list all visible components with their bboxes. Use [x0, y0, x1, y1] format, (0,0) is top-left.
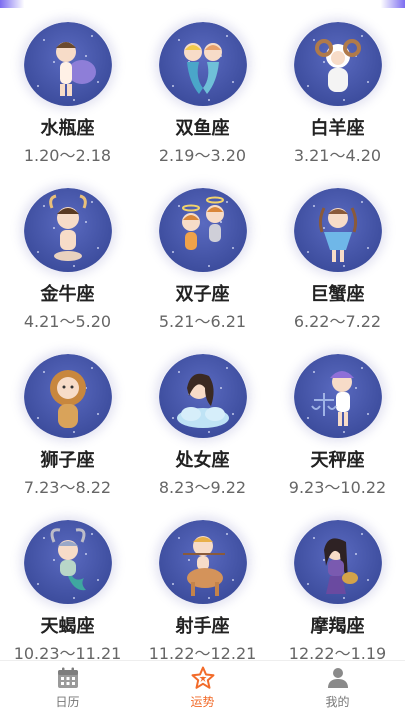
- tab-label: 我的: [325, 695, 350, 709]
- zodiac-item-libra[interactable]: 天秤座 9.23～10.22: [270, 332, 405, 498]
- zodiac-item-aquarius[interactable]: 水瓶座 1.20～2.18: [0, 0, 135, 166]
- tab-label: 运势: [190, 695, 215, 709]
- gemini-illustration: [158, 188, 247, 272]
- zodiac-date-range: 10.23～11.21: [13, 644, 122, 660]
- star-fortune-icon: [191, 666, 214, 689]
- zodiac-name: 金牛座: [40, 284, 95, 305]
- zodiac-name: 天秤座: [310, 450, 365, 471]
- pisces-illustration: [158, 22, 247, 106]
- tab-fortune[interactable]: 运势: [135, 661, 270, 721]
- zodiac-item-taurus[interactable]: 金牛座 4.21～5.20: [0, 166, 135, 332]
- zodiac-item-pisces[interactable]: 双鱼座 2.19～3.20: [135, 0, 270, 166]
- zodiac-item-leo[interactable]: 狮子座 7.23～8.22: [0, 332, 135, 498]
- zodiac-grid: 水瓶座 1.20～2.18 双鱼座 2.19～3.20 白羊座 3.21～4.2…: [0, 0, 405, 660]
- tab-label: 日历: [55, 695, 80, 709]
- aries-avatar-icon: [293, 22, 382, 106]
- zodiac-date-range: 6.22～7.22: [293, 312, 382, 331]
- zodiac-item-aries[interactable]: 白羊座 3.21～4.20: [270, 0, 405, 166]
- tab-profile[interactable]: 我的: [270, 661, 405, 721]
- taurus-avatar-icon: [23, 188, 112, 272]
- leo-illustration: [23, 354, 112, 438]
- zodiac-name: 摩羯座: [310, 616, 365, 637]
- cancer-avatar-icon: [293, 188, 382, 272]
- libra-avatar-icon: [293, 354, 382, 438]
- sagittarius-illustration: [158, 520, 247, 604]
- zodiac-name: 白羊座: [310, 118, 365, 139]
- aquarius-avatar-icon: [23, 22, 112, 106]
- zodiac-name: 射手座: [175, 616, 230, 637]
- capricorn-illustration: [293, 520, 382, 604]
- zodiac-date-range: 11.22～12.21: [148, 644, 257, 660]
- zodiac-item-gemini[interactable]: 双子座 5.21～6.21: [135, 166, 270, 332]
- person-icon: [327, 668, 348, 688]
- zodiac-date-range: 3.21～4.20: [293, 146, 382, 165]
- zodiac-date-range: 8.23～9.22: [158, 478, 247, 497]
- scorpio-avatar-icon: [23, 520, 112, 604]
- pisces-avatar-icon: [158, 22, 247, 106]
- zodiac-name: 巨蟹座: [310, 284, 365, 305]
- zodiac-item-cancer[interactable]: 巨蟹座 6.22～7.22: [270, 166, 405, 332]
- libra-illustration: [293, 354, 382, 438]
- calendar-icon: [57, 667, 78, 688]
- zodiac-name: 天蝎座: [40, 616, 95, 637]
- zodiac-date-range: 12.22～1.19: [288, 644, 387, 660]
- aquarius-illustration: [23, 22, 112, 106]
- gemini-avatar-icon: [158, 188, 247, 272]
- zodiac-name: 双鱼座: [175, 118, 230, 139]
- zodiac-name: 双子座: [175, 284, 230, 305]
- leo-avatar-icon: [23, 354, 112, 438]
- zodiac-item-sagittarius[interactable]: 射手座 11.22～12.21: [135, 498, 270, 660]
- virgo-illustration: [158, 354, 247, 438]
- zodiac-date-range: 1.20～2.18: [23, 146, 112, 165]
- scorpio-illustration: [23, 520, 112, 604]
- aries-illustration: [293, 22, 382, 106]
- capricorn-avatar-icon: [293, 520, 382, 604]
- bottom-tab-bar: 日历 运势 我的: [0, 660, 405, 721]
- zodiac-item-scorpio[interactable]: 天蝎座 10.23～11.21: [0, 498, 135, 660]
- zodiac-date-range: 5.21～6.21: [158, 312, 247, 331]
- zodiac-name: 处女座: [175, 450, 230, 471]
- zodiac-name: 水瓶座: [40, 118, 95, 139]
- zodiac-date-range: 4.21～5.20: [23, 312, 112, 331]
- zodiac-date-range: 9.23～10.22: [288, 478, 387, 497]
- zodiac-name: 狮子座: [40, 450, 95, 471]
- zodiac-date-range: 2.19～3.20: [158, 146, 247, 165]
- cancer-illustration: [293, 188, 382, 272]
- zodiac-item-virgo[interactable]: 处女座 8.23～9.22: [135, 332, 270, 498]
- zodiac-item-capricorn[interactable]: 摩羯座 12.22～1.19: [270, 498, 405, 660]
- zodiac-date-range: 7.23～8.22: [23, 478, 112, 497]
- virgo-avatar-icon: [158, 354, 247, 438]
- sagittarius-avatar-icon: [158, 520, 247, 604]
- tab-calendar[interactable]: 日历: [0, 661, 135, 721]
- taurus-illustration: [23, 188, 112, 272]
